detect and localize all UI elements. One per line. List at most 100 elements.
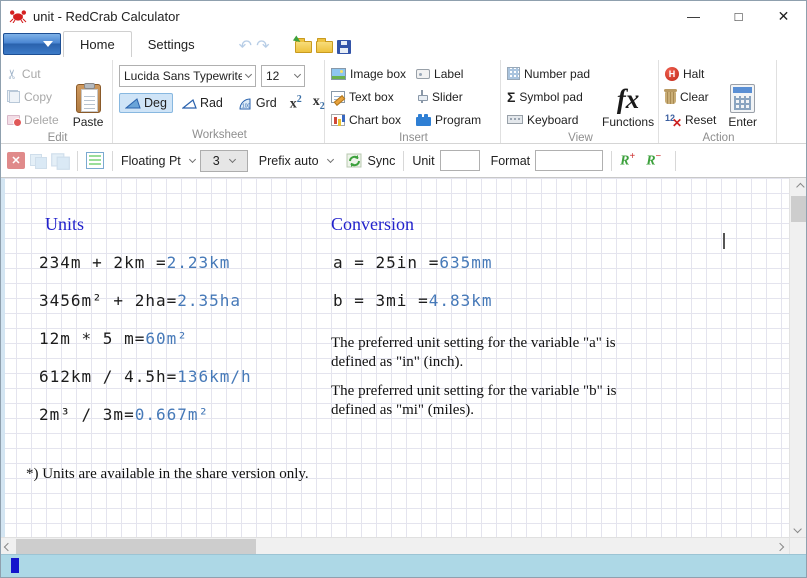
units-heading: Units [45, 214, 85, 234]
floating-pt-dropdown[interactable]: Floating Pt [121, 154, 196, 168]
rad-button[interactable]: Rad [176, 93, 229, 113]
precision-select[interactable]: 3 [199, 149, 248, 172]
vertical-scroll-thumb[interactable] [791, 196, 807, 222]
sheet-margin-strip [1, 178, 5, 537]
text-cursor [723, 233, 725, 249]
text-box-button[interactable]: Text box [331, 85, 406, 108]
program-button[interactable]: Program [416, 108, 481, 131]
delete-icon [7, 114, 22, 127]
footnote-text: *) Units are available in the share vers… [26, 466, 309, 482]
separator [675, 150, 677, 171]
separator [403, 150, 405, 171]
trash-icon [664, 88, 677, 104]
delete-button[interactable]: Delete [7, 108, 59, 131]
equation-row[interactable]: 612km / 4.5h=136km/h [39, 367, 252, 386]
title-bar: unit - RedCrab Calculator — □ ✕ [1, 1, 806, 31]
prefix-dropdown[interactable]: Prefix auto [259, 154, 334, 168]
unit-input[interactable] [439, 150, 480, 171]
worksheet-canvas[interactable]: Units Conversion 234m + 2km =2.23km 3456… [1, 178, 790, 537]
note-text: The preferred unit setting for the varia… [331, 335, 616, 370]
horizontal-scroll-thumb[interactable] [16, 539, 256, 554]
send-backward-icon[interactable] [51, 152, 70, 170]
work-area: Units Conversion 234m + 2km =2.23km 3456… [1, 178, 807, 537]
rad-angle-icon [181, 99, 197, 109]
save-icon[interactable] [337, 40, 352, 54]
line-list-icon[interactable] [86, 152, 104, 169]
delete-row-button[interactable]: ✕ [7, 152, 25, 169]
image-box-button[interactable]: Image box [331, 62, 406, 85]
chevron-down-icon [293, 70, 302, 79]
tab-home[interactable]: Home [63, 31, 132, 57]
sync-button[interactable]: Sync [346, 153, 395, 169]
scroll-left-button[interactable] [1, 538, 15, 555]
app-menu-button[interactable] [3, 33, 61, 55]
sigma-icon: Σ [507, 88, 516, 105]
unit-label: Unit [412, 153, 435, 168]
chevron-down-icon [326, 155, 334, 163]
ribbon-group-worksheet: Lucida Sans Typewrite 12 Deg Rad 100 Grd… [113, 60, 325, 143]
text-page-icon [331, 90, 345, 103]
clipboard-icon [75, 83, 101, 113]
format-input[interactable] [535, 150, 604, 171]
redo-icon[interactable]: ↷ [256, 39, 269, 55]
maximize-button[interactable]: □ [716, 1, 761, 31]
open-file-icon[interactable] [316, 38, 334, 53]
svg-text:100: 100 [242, 103, 251, 109]
grd-button[interactable]: 100 Grd [232, 93, 283, 113]
clear-button[interactable]: Clear [664, 85, 716, 108]
halt-button[interactable]: H Halt [665, 62, 716, 85]
superscript-button[interactable]: x2 [286, 94, 306, 113]
functions-button[interactable]: fx Functions [596, 62, 660, 131]
minimize-button[interactable]: — [671, 1, 716, 31]
equation-row[interactable]: a = 25in =635mm [333, 253, 493, 272]
enter-button[interactable]: Enter [722, 62, 763, 131]
add-region-button[interactable]: R+ [620, 151, 641, 170]
chevron-down-icon [188, 155, 196, 163]
scroll-down-button[interactable] [790, 520, 807, 537]
equation-row[interactable]: 12m * 5 m=60m² [39, 329, 188, 348]
ribbon-group-edit: ✂ Cut Copy Delete Paste Edit [1, 60, 113, 144]
dropdown-arrow-icon [43, 41, 53, 47]
paste-button[interactable]: Paste [67, 62, 110, 131]
chart-box-button[interactable]: Chart box [331, 108, 406, 131]
scroll-up-button[interactable] [790, 178, 807, 195]
equation-row[interactable]: b = 3mi =4.83km [333, 291, 493, 310]
conversion-heading: Conversion [331, 214, 414, 234]
font-family-select[interactable]: Lucida Sans Typewrite [119, 65, 256, 87]
remove-region-button[interactable]: R− [646, 151, 667, 170]
chevron-down-icon [228, 155, 236, 163]
equation-row[interactable]: 234m + 2km =2.23km [39, 253, 230, 272]
equation-row[interactable]: 2m³ / 3m=0.667m² [39, 405, 209, 424]
ribbon-group-insert: Image box Text box Chart box Label Slide… [325, 60, 501, 144]
chevron-up-icon [795, 182, 805, 191]
copy-button[interactable]: Copy [7, 85, 59, 108]
deg-button[interactable]: Deg [119, 93, 173, 113]
number-pad-icon [507, 67, 520, 80]
number-pad-button[interactable]: Number pad [507, 62, 590, 85]
tab-settings[interactable]: Settings [132, 31, 211, 57]
copy-icon [7, 90, 20, 103]
horizontal-scrollbar[interactable] [1, 537, 790, 555]
equation-row[interactable]: 3456m² + 2ha=2.35ha [39, 291, 241, 310]
reset-button[interactable]: 12 ✕ Reset [665, 108, 716, 131]
close-button[interactable]: ✕ [761, 1, 806, 31]
status-caret [11, 558, 19, 573]
cut-button[interactable]: ✂ Cut [4, 62, 59, 85]
symbol-pad-button[interactable]: Σ Symbol pad [507, 85, 590, 108]
group-label-worksheet: Worksheet [192, 129, 247, 141]
scroll-right-button[interactable] [773, 538, 787, 555]
brick-icon [416, 113, 432, 126]
undo-icon[interactable]: ↶ [239, 39, 252, 55]
ribbon: ✂ Cut Copy Delete Paste Edit Lucida Sans… [1, 57, 806, 144]
label-button[interactable]: Label [416, 62, 481, 85]
keyboard-icon [507, 115, 523, 124]
keyboard-button[interactable]: Keyboard [507, 108, 590, 131]
import-file-icon[interactable] [295, 38, 313, 53]
bring-forward-icon[interactable] [30, 153, 47, 169]
slider-button[interactable]: Slider [416, 85, 481, 108]
font-size-select[interactable]: 12 [261, 65, 305, 87]
format-toolbar: ✕ Floating Pt 3 Prefix auto Sync Unit Fo… [1, 144, 806, 178]
separator [77, 150, 78, 171]
reset-icon: 12 ✕ [665, 112, 682, 130]
vertical-scrollbar[interactable] [789, 178, 807, 537]
